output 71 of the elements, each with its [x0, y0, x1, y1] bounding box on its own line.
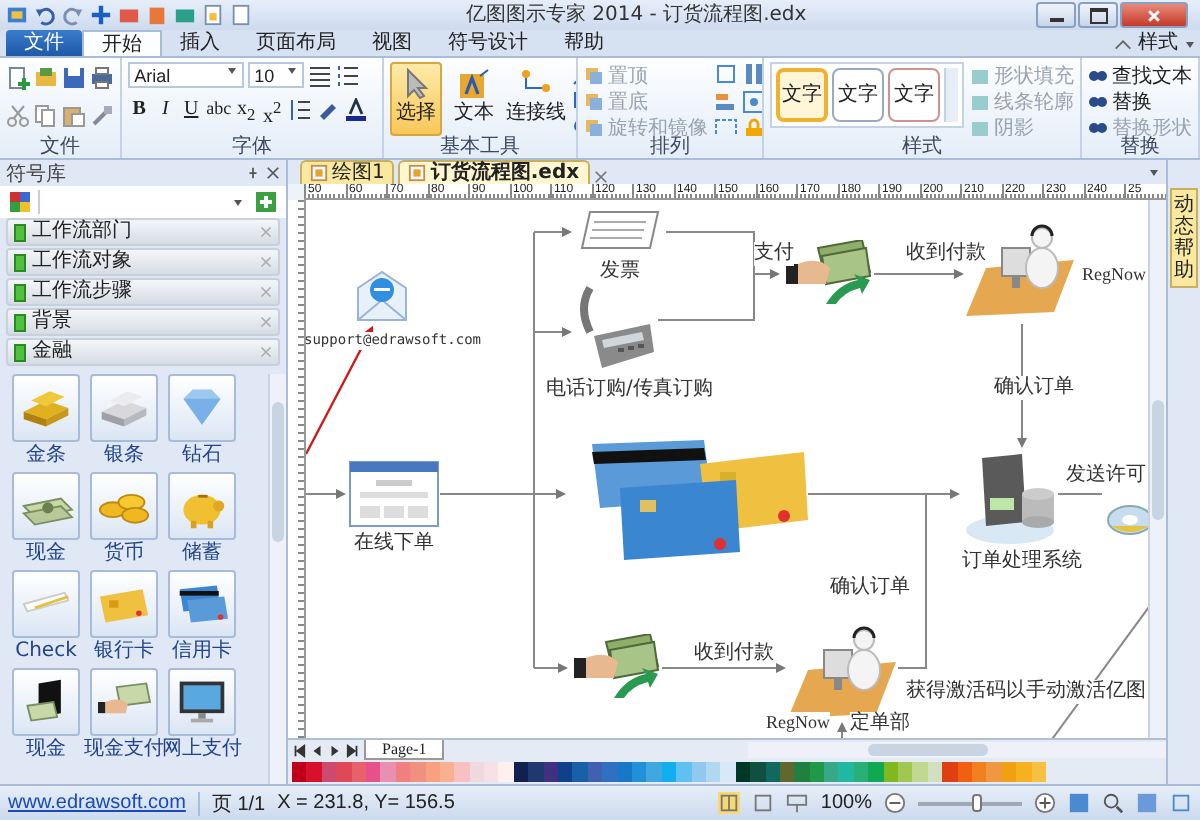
connector-label: 收到付款 [694, 642, 774, 666]
cursor-coordinates: X = 231.8, Y= 156.5 [277, 792, 455, 814]
shape-label: 电话订购/传真订购 [546, 378, 713, 402]
replace-menu-item[interactable]: 替换 [1088, 88, 1192, 114]
group-label: 替换 [1120, 136, 1160, 158]
tool-button[interactable]: 选择 [390, 62, 442, 136]
style-menu-button[interactable]: 样式 [1134, 30, 1182, 56]
document-tab[interactable]: 订货流程图.edx [398, 160, 590, 184]
symbol-label: Check [15, 638, 77, 666]
window-title: 亿图图示专家 2014 - 订货流程图.edx [464, 1, 809, 30]
tool-button[interactable]: 连接线 [506, 62, 566, 136]
shape-label: 发票 [600, 260, 640, 284]
zoom-percentage: 100% [820, 792, 872, 814]
font-size-dropdown[interactable]: 10 [248, 62, 305, 88]
style-preset[interactable]: 文字 [888, 68, 940, 122]
symbol-label: 网上支付 [162, 736, 242, 764]
library-category[interactable]: 工作流部门 [6, 218, 280, 246]
symbol-label: 信用卡 [172, 638, 232, 666]
ribbon-tab[interactable]: 符号设计 [430, 30, 546, 56]
symbol-label: 货币 [104, 540, 144, 568]
style-preset[interactable]: 文字 [776, 68, 828, 122]
group-label: 样式 [900, 136, 944, 158]
replace-menu-item[interactable]: 查找文本 [1088, 62, 1192, 88]
symbol-label: 银条 [104, 442, 144, 470]
format-button[interactable]: U [180, 96, 203, 122]
connector-label: 获得激活码以手动激活亿图 [906, 680, 1146, 704]
shape-label: 订单处理系统 [962, 550, 1082, 574]
connector-label: 收到付款 [906, 242, 986, 266]
website-link[interactable]: www.edrawsoft.com [8, 792, 186, 814]
connector-label: 支付 [754, 242, 794, 266]
ribbon-tab[interactable]: 帮助 [546, 30, 622, 56]
connector-label: RegNow [1082, 264, 1146, 288]
connector-label: 确认订单 [830, 576, 910, 600]
connector-label: 发送许可 [1066, 464, 1146, 488]
ribbon-tab[interactable]: 视图 [354, 30, 430, 56]
ribbon-tab[interactable]: 页面布局 [238, 30, 354, 56]
panel-title: 符号库 [6, 161, 68, 187]
group-label: 文件 [38, 136, 83, 158]
library-category[interactable]: 工作流对象 [6, 248, 280, 276]
connector-label: RegNow [766, 712, 830, 736]
file-menu-button[interactable]: 文件 [6, 30, 82, 56]
symbol-label: 钻石 [182, 442, 222, 470]
symbol-label: 金条 [26, 442, 66, 470]
library-category[interactable]: 工作流步骤 [6, 278, 280, 306]
symbol-label: 现金 [26, 736, 66, 764]
ribbon-tab[interactable]: 开始 [82, 30, 162, 56]
format-button[interactable]: B [128, 96, 151, 122]
font-family-dropdown[interactable]: Arial [128, 62, 245, 88]
help-panel-tab[interactable]: 动态帮助 [1170, 188, 1198, 288]
page-tab[interactable]: Page-1 [364, 740, 445, 760]
document-tab[interactable]: 绘图1 [300, 160, 395, 184]
format-button[interactable]: x$_{2}$ [235, 96, 258, 122]
symbol-label: 现金 [26, 540, 66, 568]
library-category[interactable]: 金融 [6, 338, 280, 366]
tool-button[interactable]: 文本 [448, 62, 500, 136]
symbol-label: 储蓄 [182, 540, 222, 568]
group-label: 排列 [650, 136, 690, 158]
style-preset[interactable]: 文字 [832, 68, 884, 122]
ribbon-tab[interactable]: 插入 [162, 30, 238, 56]
group-label: 字体 [230, 136, 275, 158]
connector-label: 定单部 [850, 712, 910, 736]
format-button[interactable]: abc [206, 96, 232, 122]
format-button[interactable]: I [154, 96, 177, 122]
library-category[interactable]: 背景 [6, 308, 280, 336]
symbol-label: 银行卡 [94, 638, 154, 666]
symbol-label: 现金支付 [84, 736, 164, 764]
group-label: 基本工具 [438, 136, 522, 158]
connector-label: 确认订单 [994, 376, 1074, 400]
format-button[interactable]: x$^{2}$ [261, 96, 284, 122]
shape-label: 在线下单 [354, 532, 434, 556]
page-indicator: 页 1/1 [211, 791, 266, 817]
